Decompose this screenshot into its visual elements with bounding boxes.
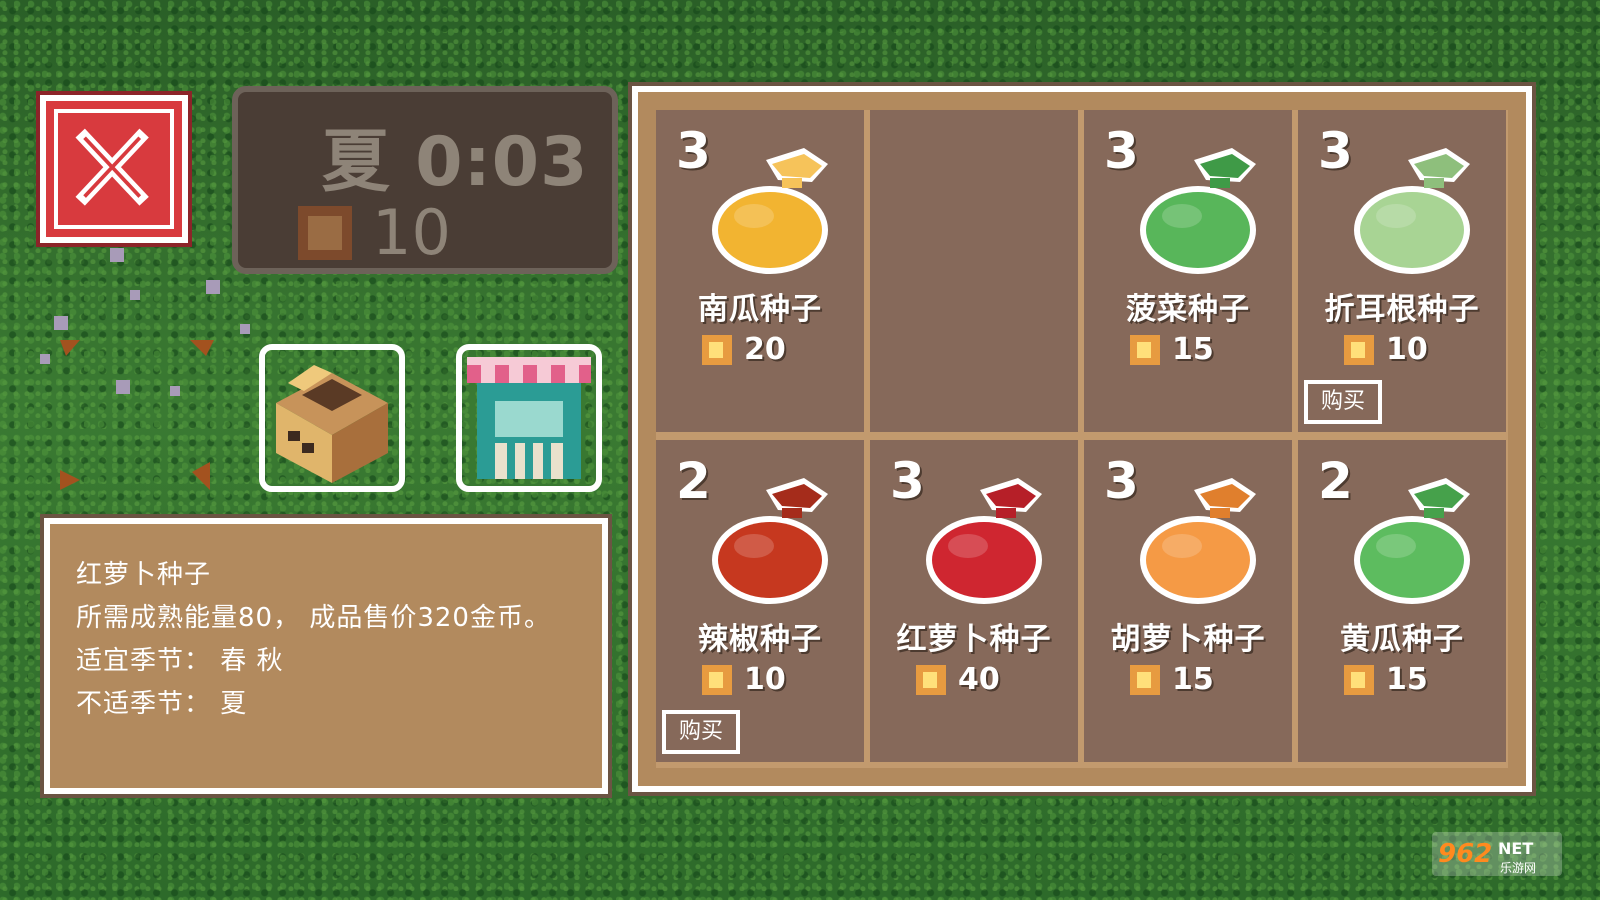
seed-item[interactable]: 3 南瓜种子 20	[656, 110, 864, 432]
description-energy-price: 所需成熟能量80， 成品售价320金币。	[76, 603, 551, 633]
box-icon	[259, 344, 405, 492]
seed-name: 胡萝卜种子	[1110, 622, 1266, 657]
seed-name: 折耳根种子	[1324, 292, 1480, 327]
seed-bag-icon	[712, 478, 828, 604]
svg-text:962: 962	[1438, 839, 1492, 869]
seed-price-value: 20	[744, 332, 786, 367]
description-bad-season: 不适季节： 夏	[76, 689, 248, 719]
coin-icon	[1130, 664, 1160, 695]
item-description-panel: 红萝卜种子 所需成熟能量80， 成品售价320金币。 适宜季节： 春 秋 不适季…	[40, 514, 612, 798]
seed-price-value: 10	[744, 662, 786, 697]
seed-price: 20	[702, 332, 786, 367]
flower-decoration	[40, 248, 250, 490]
seed-item[interactable]: 3 红萝卜种子 40	[870, 440, 1078, 762]
seed-bag-icon	[1354, 478, 1470, 604]
seed-price: 10	[1344, 332, 1428, 367]
seed-bag-icon	[712, 148, 828, 274]
seed-price: 15	[1344, 662, 1428, 697]
coin-icon	[1344, 334, 1374, 365]
seed-bag-icon	[926, 478, 1042, 604]
seed-name: 南瓜种子	[698, 292, 822, 327]
seed-price-value: 40	[958, 662, 1000, 697]
shop-icon	[456, 344, 602, 492]
coin-icon	[1130, 334, 1160, 365]
coin-count: 10	[372, 196, 451, 269]
seed-item[interactable]: 3 折耳根种子 10 购买	[1298, 110, 1506, 432]
coin-icon	[298, 205, 352, 260]
status-panel: 夏 0:03 10	[232, 86, 618, 274]
watermark-logo: 962 NET 乐游网	[1432, 832, 1562, 876]
close-icon	[75, 128, 149, 206]
svg-text:乐游网: 乐游网	[1500, 861, 1536, 875]
close-button[interactable]	[36, 91, 192, 247]
coin-counter: 10	[298, 196, 451, 269]
seed-price-value: 15	[1172, 332, 1214, 367]
seed-name: 菠菜种子	[1126, 292, 1250, 327]
svg-text:NET: NET	[1498, 839, 1533, 858]
seed-shop-panel: 3 南瓜种子 20 3 菠菜种子 15 3 折耳根种子 10 购买 2 辣椒种子 10 购买 3 红萝卜种子 4…	[628, 82, 1536, 796]
seed-item[interactable]: 2 辣椒种子 10 购买	[656, 440, 864, 762]
seed-price: 15	[1130, 332, 1214, 367]
seed-price: 10	[702, 662, 786, 697]
seed-item[interactable]: 3 菠菜种子 15	[1084, 110, 1292, 432]
description-title: 红萝卜种子	[76, 560, 212, 590]
seed-grid: 3 南瓜种子 20 3 菠菜种子 15 3 折耳根种子 10 购买 2 辣椒种子 10 购买 3 红萝卜种子 4…	[656, 110, 1508, 768]
seed-item[interactable]: 2 黄瓜种子 15	[1298, 440, 1506, 762]
seed-price: 15	[1130, 662, 1214, 697]
shop-button[interactable]	[455, 343, 603, 493]
description-good-season: 适宜季节： 春 秋	[76, 646, 284, 676]
shop-slot-empty	[870, 110, 1078, 432]
seed-price-value: 15	[1172, 662, 1214, 697]
coin-icon	[702, 664, 732, 695]
season-time: 夏 0:03	[321, 123, 589, 202]
seed-name: 红萝卜种子	[896, 622, 1052, 657]
seed-price-value: 10	[1386, 332, 1428, 367]
buy-button[interactable]: 购买	[1304, 380, 1382, 424]
seed-name: 辣椒种子	[698, 622, 822, 657]
buy-button[interactable]: 购买	[662, 710, 740, 754]
coin-icon	[1344, 664, 1374, 695]
seed-bag-icon	[1140, 478, 1256, 604]
seed-price: 40	[916, 662, 1000, 697]
coin-icon	[916, 664, 946, 695]
seed-bag-icon	[1140, 148, 1256, 274]
seed-item[interactable]: 3 胡萝卜种子 15	[1084, 440, 1292, 762]
seed-price-value: 15	[1386, 662, 1428, 697]
seed-name: 黄瓜种子	[1340, 622, 1464, 657]
seed-bag-icon	[1354, 148, 1470, 274]
storage-box-button[interactable]	[258, 343, 406, 493]
coin-icon	[702, 334, 732, 365]
